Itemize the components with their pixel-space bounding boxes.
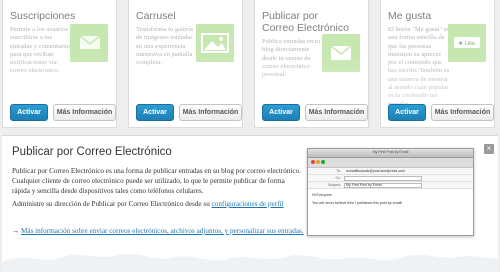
card-title: Carrusel [136,10,176,22]
mail-to-row: To: wunoi8bosoab@post.wordpress.com [308,168,473,175]
card-description: Publica entradas en tu blog directamente… [262,38,321,79]
module-card-carrusel: Carrusel Transforma tu galería de imágen… [128,0,243,128]
more-info-button-me-gusta[interactable]: Más Información [431,104,494,121]
card-description: Transforma tu galería de imágenes estánd… [136,26,193,67]
card-title: Suscripciones [10,10,76,22]
like-button-illustration: ★ Like [448,24,486,62]
card-title: Me gusta [388,10,432,22]
close-dot-icon [311,160,315,164]
arrow-icon: → [12,227,21,235]
carousel-icon [196,24,234,62]
activate-button-post-by-email[interactable]: Activar [262,104,300,121]
mail-greeting: Hi Everyone, [312,193,333,197]
zoom-dot-icon [321,160,325,164]
mail-body: Hi Everyone, You will never believe this… [308,189,473,235]
more-info-button-carrusel[interactable]: Más Información [179,104,242,121]
profile-settings-link[interactable]: configuraciones de perfil [212,200,284,208]
module-cards: Suscripciones Permite a los usuarios sus… [0,0,500,128]
profile-settings-prefix: Administre su dirección de Publicar por … [12,200,212,208]
more-info-link[interactable]: Más información sobre enviar correos ele… [21,227,304,235]
to-label: To: [336,169,341,173]
svg-text:★: ★ [458,40,463,47]
subject-value: My First Post by Email [346,183,382,187]
activate-button-me-gusta[interactable]: Activar [388,104,426,121]
more-info-row: → Más información sobre enviar correos e… [12,227,304,235]
panel-title: Publicar por Correo Electrónico [12,146,172,158]
mail-subject-row: Subject: My First Post by Email [308,182,473,189]
card-description: Permite a los usuarios suscribirse a tus… [10,26,71,75]
cc-field [344,176,422,181]
more-info-button-suscripciones[interactable]: Más Información [53,104,116,121]
module-card-me-gusta: Me gusta El botón "Me gusta" es una form… [380,0,495,128]
minimize-dot-icon [316,160,320,164]
mail-toolbar [308,158,473,168]
clouds-decoration [2,253,498,272]
card-description: El botón "Me gusta" es una forma sencill… [388,26,450,108]
module-card-post-by-email: Publicar por Correo Electrónico Publica … [254,0,369,128]
subject-label: Subject: [328,183,341,187]
activate-button-carrusel[interactable]: Activar [136,104,174,121]
module-card-suscripciones: Suscripciones Permite a los usuarios sus… [2,0,117,128]
cc-label: Cc: [335,176,341,180]
close-button[interactable]: × [484,144,494,154]
module-detail-panel: Publicar por Correo Electrónico Publicar… [2,135,498,272]
mail-window-title: My First Post by Email [372,150,409,154]
envelope-icon [322,34,360,72]
more-info-button-post-by-email[interactable]: Más Información [305,104,368,121]
panel-profile-settings-text: Administre su dirección de Publicar por … [12,199,302,209]
email-client-preview: My First Post by Email To: wunoi8bosoab@… [307,148,474,236]
to-value: wunoi8bosoab@post.wordpress.com [346,169,405,173]
activate-button-suscripciones[interactable]: Activar [10,104,48,121]
like-label: Like [465,41,475,47]
mail-body-text: You will never believe this! I published… [312,201,403,205]
mail-titlebar: My First Post by Email [308,149,473,164]
card-title: Publicar por Correo Electrónico [262,10,349,34]
mail-cc-row: Cc: [308,175,473,182]
panel-description: Publicar por Correo Electrónico es una f… [12,167,301,195]
subscriptions-illustration [70,24,108,62]
